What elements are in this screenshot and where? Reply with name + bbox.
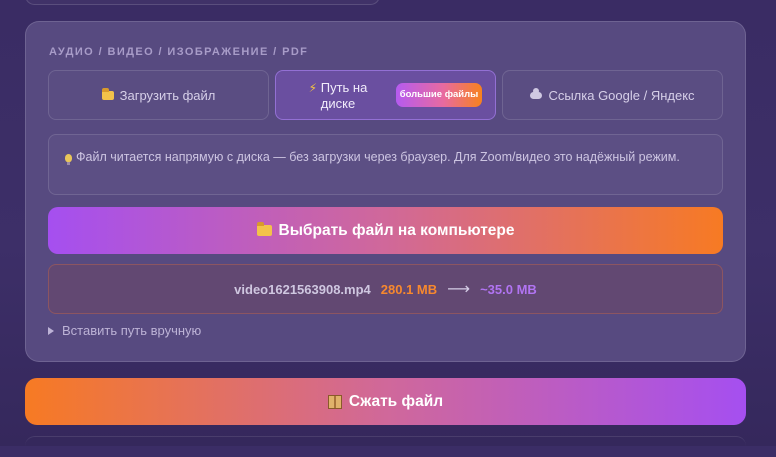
- section-label: Аудио / Видео / Изображение / PDF: [49, 46, 309, 58]
- estimated-size: ~35.0 MB: [480, 281, 537, 297]
- triangle-right-icon: [48, 326, 54, 335]
- info-text: Файл читается напрямую с диска — без заг…: [76, 150, 680, 164]
- manual-path-toggle[interactable]: Вставить путь вручную: [48, 323, 201, 338]
- choose-file-button[interactable]: Выбрать файл на компьютере: [48, 207, 723, 254]
- lightbulb-icon: [65, 154, 72, 165]
- manual-path-label: Вставить путь вручную: [62, 323, 202, 338]
- folder-icon: [256, 222, 272, 236]
- tab-upload-file[interactable]: Загрузить файл: [48, 70, 269, 120]
- info-message: Файл читается напрямую с диска — без заг…: [48, 134, 723, 195]
- tab-disk-path[interactable]: ⚡ Путь на диске большие файлы: [275, 70, 496, 120]
- next-card-edge: [25, 436, 746, 457]
- selected-file-row: video1621563908.mp4 280.1 MB ⟶ ~35.0 MB: [48, 264, 723, 314]
- package-icon: [327, 394, 342, 409]
- tab-upload-label: Загрузить файл: [119, 87, 216, 103]
- compress-button[interactable]: Сжать файл: [25, 378, 746, 425]
- compress-label: Сжать файл: [348, 392, 444, 410]
- tab-path-text: ⚡ Путь на диске: [306, 80, 370, 111]
- tab-path-label: Путь на диске: [320, 79, 368, 111]
- source-tabs: Загрузить файл ⚡ Путь на диске большие ф…: [48, 70, 723, 120]
- cloud-icon: [530, 87, 543, 99]
- arrow-right-icon: ⟶: [447, 281, 471, 298]
- file-source-card: Аудио / Видео / Изображение / PDF Загруз…: [25, 21, 746, 362]
- previous-card-edge: [25, 0, 380, 5]
- tab-cloud-link[interactable]: Ссылка Google / Яндекс: [502, 70, 723, 120]
- lightning-icon: ⚡: [308, 80, 318, 95]
- file-size: 280.1 MB: [380, 281, 438, 297]
- tab-link-label: Ссылка Google / Яндекс: [548, 87, 695, 103]
- large-files-badge: большие файлы: [396, 83, 482, 107]
- file-name: video1621563908.mp4: [234, 281, 371, 297]
- folder-icon: [101, 87, 114, 100]
- choose-file-label: Выбрать файл на компьютере: [278, 221, 515, 239]
